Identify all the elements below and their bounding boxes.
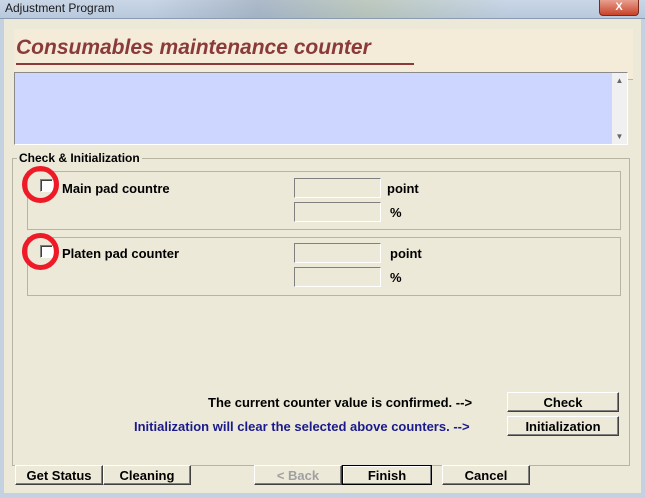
main-pad-label: Main pad countre <box>62 181 170 196</box>
cleaning-button[interactable]: Cleaning <box>103 465 191 485</box>
check-message: The current counter value is confirmed. … <box>208 395 473 410</box>
highlight-circle <box>22 233 59 270</box>
window-title: Adjustment Program <box>5 1 115 15</box>
page-title: Consumables maintenance counter <box>16 36 371 59</box>
platen-pad-point-field <box>294 243 381 263</box>
title-underline <box>16 63 414 65</box>
platen-pad-point-unit: point <box>390 246 422 261</box>
platen-pad-percent-unit: % <box>390 270 402 285</box>
main-pad-percent-field <box>294 202 381 222</box>
scroll-up-icon[interactable]: ▲ <box>612 76 627 85</box>
main-pad-percent-unit: % <box>390 205 402 220</box>
window-frame: Consumables maintenance counter ▲ ▼ Chec… <box>0 19 645 498</box>
back-button[interactable]: < Back <box>254 465 342 485</box>
get-status-button[interactable]: Get Status <box>15 465 103 485</box>
initialization-message: Initialization will clear the selected a… <box>134 419 470 434</box>
platen-pad-group: Platen pad counter point % <box>27 237 621 296</box>
platen-pad-label: Platen pad counter <box>62 246 180 261</box>
initialization-button[interactable]: Initialization <box>507 416 619 436</box>
cancel-button[interactable]: Cancel <box>442 465 530 485</box>
check-button[interactable]: Check <box>507 392 619 412</box>
title-bar-decoration <box>150 0 510 18</box>
scroll-down-icon[interactable]: ▼ <box>612 132 627 141</box>
platen-pad-percent-field <box>294 267 381 287</box>
info-text-area[interactable]: ▲ ▼ <box>14 72 628 145</box>
close-button[interactable]: X <box>599 0 639 16</box>
highlight-circle <box>22 166 59 203</box>
info-scrollbar[interactable]: ▲ ▼ <box>612 73 627 144</box>
main-pad-point-unit: point <box>387 181 419 196</box>
main-pad-group: Main pad countre point % <box>27 171 621 230</box>
title-bar: Adjustment Program X <box>0 0 645 19</box>
main-pad-point-field <box>294 178 381 198</box>
group-title: Check & Initialization <box>17 151 142 165</box>
finish-button[interactable]: Finish <box>342 465 432 485</box>
dialog-client: Consumables maintenance counter ▲ ▼ Chec… <box>4 19 641 493</box>
